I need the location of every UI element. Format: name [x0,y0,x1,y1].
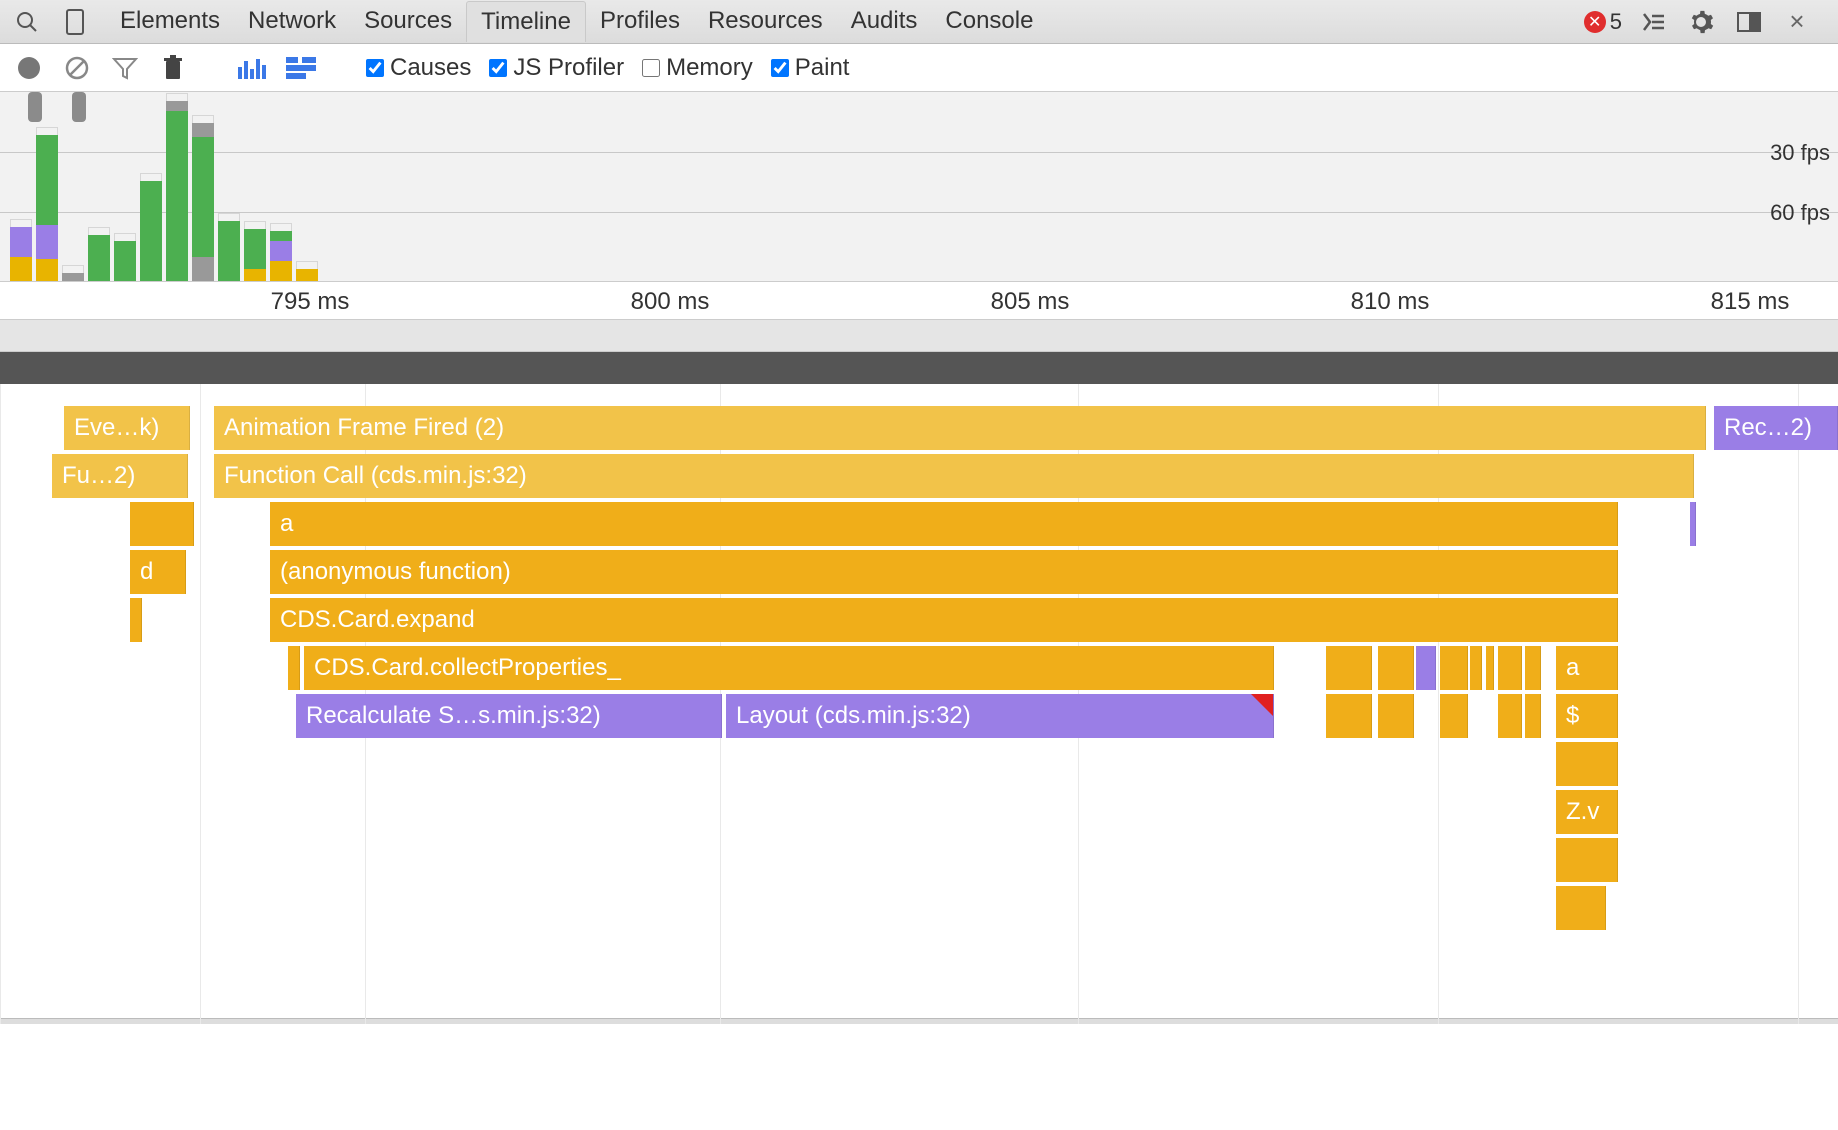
flame-block[interactable] [288,646,300,690]
tab-audits[interactable]: Audits [837,1,932,42]
flame-block[interactable] [1498,694,1522,738]
flame-block[interactable] [1416,646,1436,690]
fps-30-label: 30 fps [1770,140,1830,166]
garbage-collect-icon[interactable] [158,53,188,83]
filter-icon[interactable] [110,53,140,83]
flame-block[interactable]: (anonymous function) [270,550,1618,594]
device-mode-icon[interactable] [58,5,92,39]
overview-pane[interactable]: 30 fps 60 fps [0,92,1838,282]
overview-bar[interactable] [166,91,188,281]
search-icon[interactable] [10,5,44,39]
ruler-tick: 795 ms [271,288,350,316]
overview-bar[interactable] [114,91,136,281]
flame-block[interactable]: Function Call (cds.min.js:32) [214,454,1694,498]
flame-block[interactable]: Z.v [1556,790,1618,834]
overview-bar[interactable] [192,91,214,281]
flame-block[interactable] [1556,838,1618,882]
flame-block[interactable] [1440,646,1468,690]
settings-icon[interactable] [1684,5,1718,39]
tab-resources[interactable]: Resources [694,1,837,42]
flame-block[interactable]: d [130,550,186,594]
flame-block[interactable] [1378,646,1414,690]
flame-block[interactable] [1525,646,1541,690]
tab-timeline[interactable]: Timeline [466,1,586,42]
flame-view-icon[interactable] [286,53,316,83]
flame-block[interactable]: a [1556,646,1618,690]
flame-block[interactable] [1690,502,1696,546]
flame-block[interactable] [1525,694,1541,738]
flame-block[interactable]: Rec…2) [1714,406,1838,450]
error-count[interactable]: ✕ 5 [1584,9,1622,35]
flame-chart[interactable]: Eve…k) Animation Frame Fired (2)Rec…2) Fu…… [0,384,1838,1024]
gridline [0,384,1,1024]
flame-block[interactable]: Animation Frame Fired (2) [214,406,1706,450]
dock-icon[interactable] [1732,5,1766,39]
flame-block[interactable] [1470,646,1482,690]
cpu-strip [0,320,1838,352]
timeline-toolbar: Causes JS Profiler Memory Paint [0,44,1838,92]
flame-block[interactable] [1326,694,1372,738]
flame-block[interactable]: $ [1556,694,1618,738]
close-icon[interactable]: × [1780,5,1814,39]
memory-checkbox[interactable]: Memory [642,54,753,82]
ruler-tick: 805 ms [991,288,1070,316]
overview-bar[interactable] [296,91,318,281]
tab-elements[interactable]: Elements [106,1,234,42]
flame-block[interactable]: CDS.Card.expand [270,598,1618,642]
flame-block[interactable]: CDS.Card.collectProperties_ [304,646,1274,690]
fps-60-label: 60 fps [1770,200,1830,226]
flame-block[interactable] [1486,646,1494,690]
flame-block[interactable]: Layout (cds.min.js:32) [726,694,1274,738]
time-ruler[interactable]: 795 ms 800 ms 805 ms 810 ms 815 ms [0,282,1838,320]
error-count-value: 5 [1610,9,1622,35]
flame-block[interactable] [1440,694,1468,738]
overview-bar[interactable] [270,91,292,281]
flame-block[interactable] [1378,694,1414,738]
warning-icon [1251,694,1273,716]
overview-bar[interactable] [218,91,240,281]
flame-block[interactable]: Recalculate S…s.min.js:32) [296,694,722,738]
devtools-tabbar: ElementsNetworkSourcesTimelineProfilesRe… [0,0,1838,44]
tab-network[interactable]: Network [234,1,350,42]
overview-bar[interactable] [244,91,266,281]
flame-block[interactable] [130,598,142,642]
gridline [1798,384,1799,1024]
tab-sources[interactable]: Sources [350,1,466,42]
tab-profiles[interactable]: Profiles [586,1,694,42]
flame-block[interactable] [1326,646,1372,690]
paint-checkbox[interactable]: Paint [771,54,850,82]
flame-block[interactable] [1556,742,1618,786]
flame-block[interactable]: Fu…2) [52,454,188,498]
record-button[interactable] [14,53,44,83]
gridline [200,384,201,1024]
error-icon: ✕ [1584,11,1606,33]
flame-block[interactable]: Eve…k) [64,406,190,450]
ruler-tick: 800 ms [631,288,710,316]
overview-bar[interactable] [140,91,162,281]
selection-handle-left[interactable] [28,92,42,122]
overview-bar[interactable] [88,91,110,281]
ruler-tick: 815 ms [1711,288,1790,316]
ruler-tick: 810 ms [1351,288,1430,316]
causes-checkbox[interactable]: Causes [366,54,471,82]
selection-handle-right[interactable] [72,92,86,122]
tab-console[interactable]: Console [931,1,1047,42]
toggle-drawer-icon[interactable] [1636,5,1670,39]
divider-strip [0,352,1838,384]
js-profiler-checkbox[interactable]: JS Profiler [489,54,624,82]
clear-icon[interactable] [62,53,92,83]
frames-view-icon[interactable] [238,53,268,83]
flame-block[interactable] [1556,886,1606,930]
scrollbar-track[interactable] [0,1018,1838,1024]
flame-block[interactable]: a [270,502,1618,546]
flame-block[interactable] [130,502,194,546]
flame-block[interactable] [1498,646,1522,690]
